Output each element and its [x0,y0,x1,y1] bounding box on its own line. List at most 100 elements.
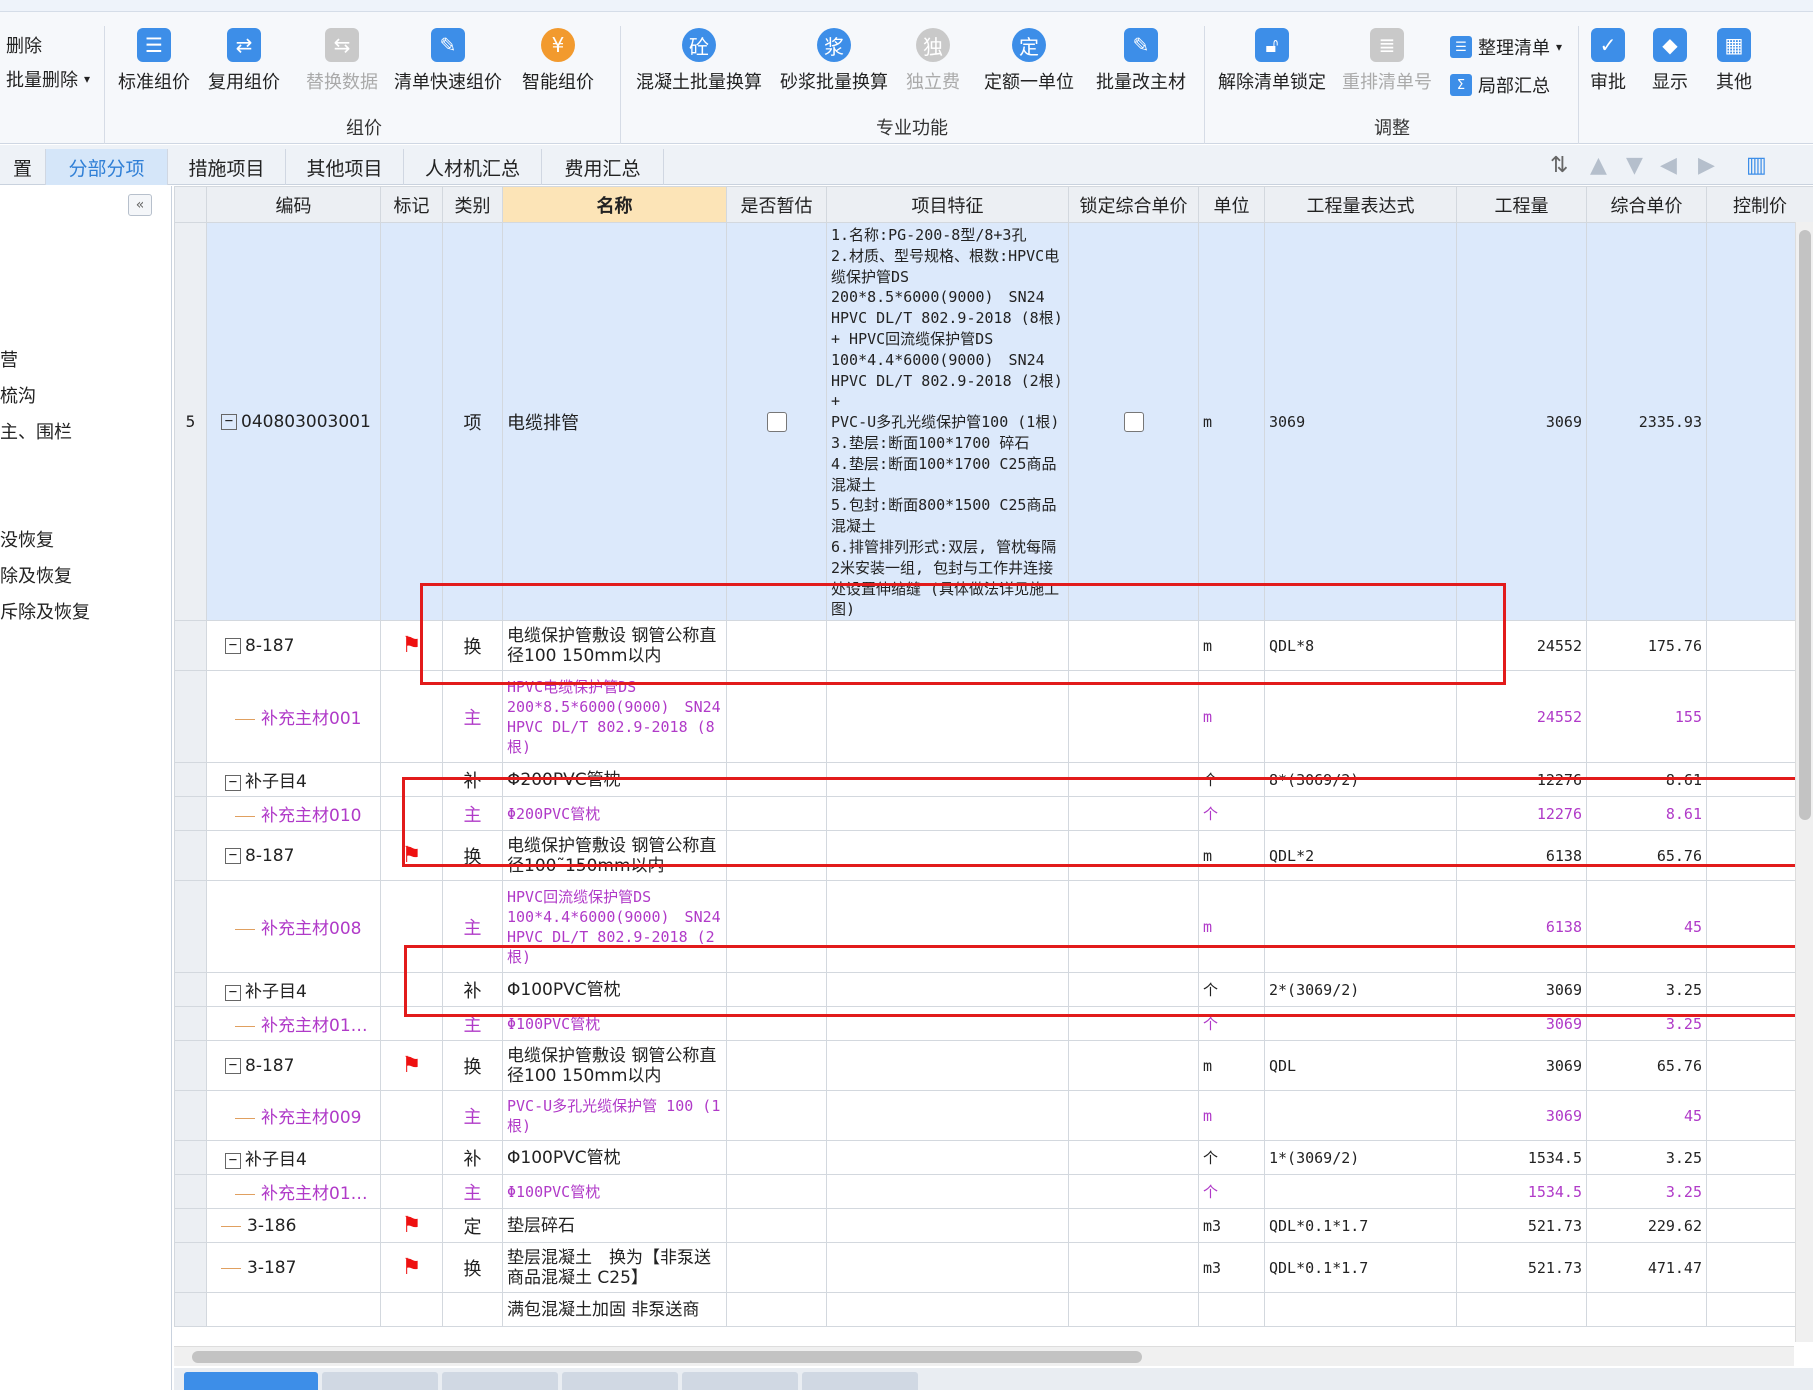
lock-price-checkbox[interactable] [1123,411,1144,432]
qty-cell[interactable]: 521.73 [1456,1242,1587,1294]
name-cell[interactable]: 电缆保护管敷设 钢管公称直径100˜150mm以内 [502,830,727,882]
header-control-price[interactable]: 控制价 [1706,186,1813,223]
expr-cell[interactable] [1264,880,1457,974]
tab-measures[interactable]: 措施项目 [168,149,286,185]
qty-cell[interactable]: 3069 [1456,1040,1587,1092]
header-lock-price[interactable]: 锁定综合单价 [1068,186,1199,223]
header-code[interactable]: 编码 [206,186,381,223]
code-cell[interactable]: − 补子目4 [206,762,381,798]
delete-button[interactable]: 删除 [6,32,42,58]
unit-cell[interactable]: 个 [1198,796,1265,832]
tab-sections[interactable]: 分部分项 [46,149,168,185]
expr-cell[interactable]: QDL*0.1*1.7 [1264,1208,1457,1244]
qty-cell[interactable]: 3069 [1456,1006,1587,1042]
unit-cell[interactable]: m [1198,1090,1265,1142]
header-feature[interactable]: 项目特征 [826,186,1069,223]
mark-cell[interactable]: ⚑ [380,830,443,882]
feature-cell[interactable] [826,1208,1069,1244]
unit-cell[interactable]: m [1198,670,1265,764]
unit-cell[interactable]: m3 [1198,1208,1265,1244]
tree-item[interactable]: 斥除及恢复 [0,598,90,624]
header-estimate[interactable]: 是否暂估 [726,186,827,223]
table-row[interactable]: 补充主材001 主 HPVC电缆保护管DS 200*8.5*6000(9000) S… [174,670,1813,764]
flag-icon[interactable]: ⚑ [402,1053,422,1078]
tree-item[interactable]: 除及恢复 [0,562,72,588]
bottom-tab[interactable] [562,1372,678,1390]
feature-cell[interactable] [826,880,1069,974]
table-row[interactable]: −8-187 ⚑ 换电缆保护管敷设 钢管公称直径100˜150mm以内 m QDL*2 6… [174,830,1813,882]
mark-cell[interactable]: ⚑ [380,1040,443,1092]
concrete-batch-convert-button[interactable]: 砼混凝土批量换算 [636,28,762,94]
name-cell[interactable]: HPVC回流缆保护管DS 100*4.4*6000(9000) SN24 HPV… [502,880,727,974]
other-button[interactable]: ▦ 其他 [1716,28,1752,94]
feature-cell[interactable] [826,1242,1069,1294]
qty-cell[interactable]: 12276 [1456,762,1587,798]
feature-cell[interactable] [826,670,1069,764]
table-row[interactable]: 补充主材01… 主 Φ100PVC管枕 个 3069 3.25 [174,1006,1813,1042]
table-row[interactable]: − 补子目4 补 Φ100PVC管枕 个 2*(3069/2) 3069 3.25 [174,972,1813,1008]
unit-cell[interactable]: m [1198,221,1265,622]
expr-cell[interactable]: 1*(3069/2) [1264,1140,1457,1176]
approval-button[interactable]: ✓ 审批 [1590,28,1626,94]
expr-cell[interactable] [1264,796,1457,832]
mark-cell[interactable] [380,1006,443,1042]
bottom-tab[interactable] [442,1372,558,1390]
flag-icon[interactable]: ⚑ [402,633,422,658]
mark-cell[interactable] [380,1292,443,1328]
code-cell[interactable]: 补充主材01… [206,1174,381,1210]
scroll-thumb[interactable] [1799,230,1811,820]
arrow-up-icon[interactable]: ▲ [1590,153,1607,178]
qty-cell[interactable]: 1534.5 [1456,1140,1587,1176]
bottom-tab[interactable] [322,1372,438,1390]
sort-icon[interactable]: ⇅ [1550,153,1568,178]
header-qty[interactable]: 工程量 [1456,186,1587,223]
mark-cell[interactable] [380,670,443,764]
tree-item[interactable]: 营 [0,346,18,372]
name-cell[interactable]: Φ200PVC管枕 [502,796,727,832]
bottom-tab[interactable] [802,1372,918,1390]
bottom-tab[interactable] [682,1372,798,1390]
qty-cell[interactable]: 1534.5 [1456,1174,1587,1210]
qty-cell[interactable]: 3069 [1456,972,1587,1008]
feature-cell[interactable] [826,1090,1069,1142]
batch-change-material-button[interactable]: ✎ 批量改主材 [1096,28,1186,94]
table-row[interactable]: 补充主材008 主 HPVC回流缆保护管DS 100*4.4*6000(9000) … [174,880,1813,974]
horizontal-scrollbar[interactable] [174,1346,1794,1366]
batch-delete-button[interactable]: 批量删除 ▾ [6,66,90,92]
qty-cell[interactable]: 521.73 [1456,1208,1587,1244]
unit-cell[interactable]: m [1198,830,1265,882]
vertical-scrollbar[interactable] [1795,222,1813,1342]
name-cell[interactable]: 电缆排管 [502,221,727,622]
qty-cell[interactable]: 24552 [1456,620,1587,672]
table-row[interactable]: 补充主材009 主 PVC-U多孔光缆保护管 100 (1根) m 3069 45 [174,1090,1813,1142]
code-cell[interactable]: −040803003001 [206,221,381,622]
header-expr[interactable]: 工程量表达式 [1264,186,1457,223]
table-row[interactable]: − 补子目4 补 Φ100PVC管枕 个 1*(3069/2) 1534.5 3.25 [174,1140,1813,1176]
code-cell[interactable]: −8-187 [206,830,381,882]
expr-cell[interactable]: 8*(3069/2) [1264,762,1457,798]
table-row-parent[interactable]: 5 −040803003001 项 电缆排管 1.名称:PG-200-8型/8+… [174,221,1813,622]
code-cell[interactable]: 补充主材009 [206,1090,381,1142]
qty-cell[interactable]: 3069 [1456,221,1587,622]
smart-pricing-button[interactable]: ¥ 智能组价 [522,28,594,94]
table-row[interactable]: 补充主材01… 主 Φ100PVC管枕 个 1534.5 3.25 [174,1174,1813,1210]
tree-item[interactable]: 主、围栏 [0,418,72,444]
organize-list-button[interactable]: ☰ 整理清单 ▾ [1450,34,1562,60]
display-button[interactable]: ◆ 显示 [1652,28,1688,94]
code-cell[interactable]: −8-187 [206,1040,381,1092]
mark-cell[interactable]: ⚑ [380,1208,443,1244]
tab-other-items[interactable]: 其他项目 [286,149,404,185]
table-row[interactable]: −8-187 ⚑ 换电缆保护管敷设 钢管公称直径100 150mm以内 m QDL 306… [174,1040,1813,1092]
mark-cell[interactable] [380,972,443,1008]
code-cell[interactable]: 3-187 [206,1242,381,1294]
code-cell[interactable]: 补充主材008 [206,880,381,974]
arrow-left-icon[interactable]: ◀ [1660,153,1677,178]
expr-cell[interactable] [1264,1006,1457,1042]
arrow-down-icon[interactable]: ▼ [1626,153,1643,178]
qty-cell[interactable]: 6138 [1456,880,1587,974]
expr-cell[interactable]: 3069 [1264,221,1457,622]
mark-cell[interactable]: ⚑ [380,620,443,672]
collapse-toggle-icon[interactable]: − [225,848,241,865]
feature-cell[interactable] [826,796,1069,832]
table-row[interactable]: − 补子目4 补 Φ200PVC管枕 个 8*(3069/2) 12276 8.61 [174,762,1813,798]
